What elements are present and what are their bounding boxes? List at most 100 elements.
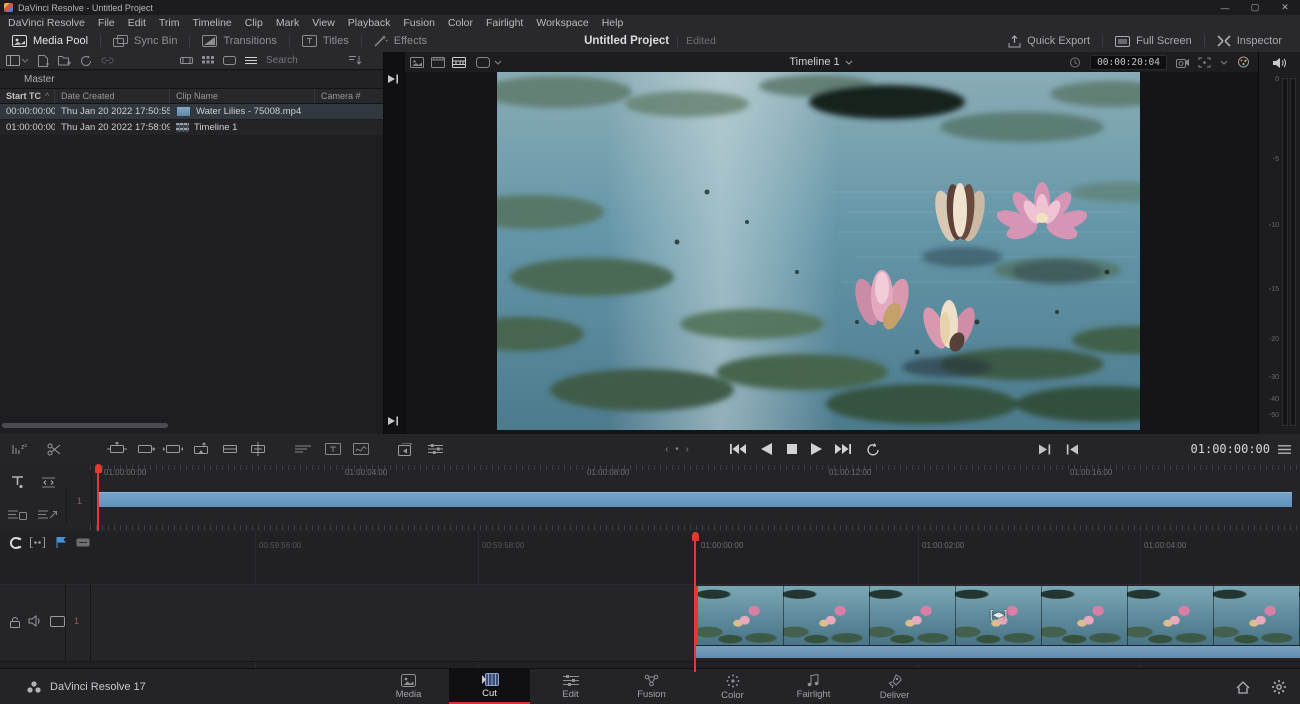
smart-insert-icon[interactable] <box>105 434 129 464</box>
media-row-timeline-1[interactable]: 01:00:00:00 Thu Jan 20 2022 17:58:09 Tim… <box>0 120 383 135</box>
column-header-start-tc[interactable]: Start TC ^ <box>0 89 55 103</box>
project-settings-gear-icon[interactable] <box>1272 680 1286 694</box>
tab-media[interactable]: Media <box>368 669 449 704</box>
duration-clock-icon[interactable] <box>1069 57 1081 68</box>
loop-button[interactable] <box>862 434 884 464</box>
trim-mode-icon[interactable] <box>40 476 57 489</box>
effects-button[interactable]: Effects <box>362 30 439 52</box>
search-input[interactable]: Search <box>266 55 298 66</box>
effect-tool-icon[interactable] <box>350 434 372 464</box>
upper-playhead[interactable] <box>97 464 99 531</box>
jump-to-in-icon[interactable] <box>388 74 399 84</box>
column-header-clip-name[interactable]: Clip Name <box>170 89 315 103</box>
menu-help[interactable]: Help <box>602 17 624 29</box>
menu-mark[interactable]: Mark <box>276 17 299 29</box>
track-lock-icon[interactable] <box>9 616 21 628</box>
audio-trim-tool-icon[interactable] <box>38 508 57 521</box>
sync-bin-button[interactable]: Sync Bin <box>101 30 189 52</box>
menu-davinci-resolve[interactable]: DaVinci Resolve <box>8 17 85 29</box>
zoom-fit-icon[interactable] <box>1198 57 1211 68</box>
jump-to-out-icon[interactable] <box>388 416 399 426</box>
list-view-icon[interactable] <box>245 56 257 65</box>
sync-clip-tool-icon[interactable] <box>8 508 27 521</box>
bin-breadcrumb[interactable]: Master <box>0 71 383 88</box>
clip-color-icon[interactable] <box>76 538 90 547</box>
tab-edit[interactable]: Edit <box>530 669 611 704</box>
close-up-icon[interactable] <box>189 434 213 464</box>
strip-view-icon[interactable] <box>180 56 193 65</box>
menu-file[interactable]: File <box>98 17 115 29</box>
timeline-timecode[interactable]: 01:00:00:00 <box>1191 434 1270 464</box>
quick-export-button[interactable]: Quick Export <box>996 30 1102 52</box>
place-on-top-icon[interactable] <box>218 434 242 464</box>
play-reverse-button[interactable] <box>756 434 776 464</box>
snapping-magnet-icon[interactable] <box>8 536 22 550</box>
menu-trim[interactable]: Trim <box>159 17 180 29</box>
lower-playhead[interactable] <box>694 532 696 672</box>
bin-list-toggle-icon[interactable] <box>6 55 28 66</box>
append-clip-icon[interactable] <box>133 434 157 464</box>
transition-tool-icon[interactable] <box>292 434 314 464</box>
transitions-button[interactable]: Transitions <box>190 30 288 52</box>
column-header-date-created[interactable]: Date Created <box>55 89 170 103</box>
marker-icon[interactable] <box>30 537 45 548</box>
menu-view[interactable]: View <box>312 17 335 29</box>
play-to-in-icon[interactable] <box>1061 434 1083 464</box>
source-overwrite-icon[interactable] <box>246 434 270 464</box>
menu-clip[interactable]: Clip <box>245 17 263 29</box>
stop-button[interactable] <box>782 434 802 464</box>
match-frame-icon[interactable] <box>395 434 417 464</box>
menu-color[interactable]: Color <box>448 17 473 29</box>
media-row-water-lilies[interactable]: 00:00:00:00 Thu Jan 20 2022 17:50:55 Wat… <box>0 104 383 119</box>
tab-cut[interactable]: Cut <box>449 669 530 704</box>
menu-edit[interactable]: Edit <box>128 17 146 29</box>
project-manager-home-icon[interactable] <box>1236 681 1250 694</box>
metadata-view-icon[interactable] <box>223 56 236 65</box>
track-visibility-icon[interactable] <box>50 616 65 627</box>
track-mute-icon[interactable] <box>28 615 42 627</box>
zoom-chevron-icon[interactable] <box>1220 60 1228 65</box>
timeline-resolution-tool-icon[interactable]: z² <box>10 434 30 464</box>
viewer-video-frame[interactable] <box>497 72 1140 430</box>
upper-timeline-clip[interactable] <box>98 492 1292 507</box>
menu-fusion[interactable]: Fusion <box>403 17 435 29</box>
import-media-icon[interactable] <box>37 55 49 67</box>
go-to-end-button[interactable] <box>832 434 854 464</box>
viewer-timecode[interactable]: 00:00:20:04 <box>1090 55 1167 70</box>
link-clips-icon[interactable] <box>101 55 114 66</box>
media-pool-button[interactable]: Media Pool <box>0 30 100 52</box>
play-around-icon[interactable] <box>1034 434 1056 464</box>
tab-fairlight[interactable]: Fairlight <box>773 669 854 704</box>
menu-fairlight[interactable]: Fairlight <box>486 17 523 29</box>
flag-icon[interactable] <box>56 537 67 548</box>
inspector-button[interactable]: Inspector <box>1205 30 1294 52</box>
ripple-overwrite-icon[interactable] <box>161 434 185 464</box>
tab-fusion[interactable]: Fusion <box>611 669 692 704</box>
minimize-button[interactable]: — <box>1210 0 1240 15</box>
thumbnail-view-icon[interactable] <box>202 56 214 66</box>
new-bin-icon[interactable] <box>58 55 71 66</box>
timeline-clip-water-lilies[interactable] <box>695 586 1300 658</box>
full-screen-button[interactable]: Full Screen <box>1103 30 1204 52</box>
maximize-button[interactable]: ▢ <box>1240 0 1270 15</box>
speaker-icon[interactable] <box>1272 57 1287 69</box>
camera-reframe-icon[interactable] <box>1176 57 1189 68</box>
grading-tools-icon[interactable] <box>1237 56 1250 68</box>
sync-clips-icon[interactable] <box>80 55 92 67</box>
title-tool-icon[interactable] <box>322 434 344 464</box>
boring-detector-icon[interactable] <box>10 476 27 489</box>
tab-color[interactable]: Color <box>692 669 773 704</box>
split-clip-scissors-icon[interactable] <box>44 434 64 464</box>
play-button[interactable] <box>806 434 826 464</box>
menu-timeline[interactable]: Timeline <box>192 17 231 29</box>
titles-button[interactable]: Titles <box>290 30 361 52</box>
tab-deliver[interactable]: Deliver <box>854 669 935 704</box>
column-header-camera[interactable]: Camera # <box>315 89 382 103</box>
go-to-start-button[interactable] <box>727 434 749 464</box>
tools-panel-icon[interactable] <box>424 434 446 464</box>
menu-playback[interactable]: Playback <box>348 17 391 29</box>
media-list-scrollbar[interactable] <box>2 423 168 428</box>
timeline-options-menu-icon[interactable] <box>1272 434 1296 464</box>
menu-workspace[interactable]: Workspace <box>536 17 588 29</box>
close-button[interactable]: ✕ <box>1270 0 1300 15</box>
